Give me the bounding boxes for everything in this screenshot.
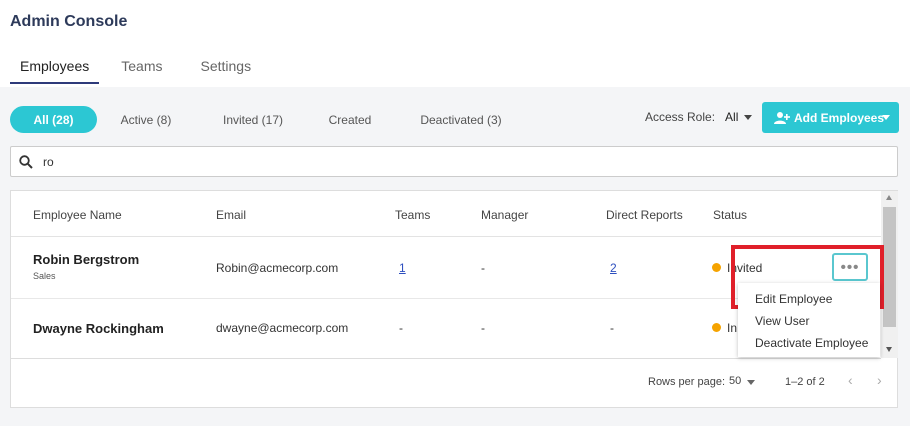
- filter-invited[interactable]: Invited (17): [200, 106, 306, 133]
- table-pagination: Rows per page: 50 1–2 of 2 ‹ ›: [11, 358, 882, 408]
- row-actions-menu: Edit Employee View User Deactivate Emplo…: [738, 283, 880, 357]
- previous-page-icon[interactable]: ‹: [848, 372, 853, 388]
- chevron-down-icon[interactable]: [747, 380, 755, 385]
- manager-value: -: [481, 261, 485, 275]
- rows-per-page-select[interactable]: 50: [729, 375, 741, 387]
- employee-name: Robin Bergstrom: [33, 252, 140, 267]
- status-dot-icon: [712, 263, 721, 272]
- pagination-range: 1–2 of 2: [785, 376, 825, 388]
- access-role-filter: Access Role: All: [645, 110, 753, 124]
- more-actions-button[interactable]: •••: [832, 253, 868, 281]
- employee-department: Sales: [33, 271, 56, 281]
- tab-teams[interactable]: Teams: [111, 52, 172, 84]
- scrollbar-thumb[interactable]: [883, 207, 896, 327]
- tab-settings[interactable]: Settings: [191, 52, 262, 84]
- page-title: Admin Console: [10, 13, 128, 30]
- menu-item-view-user[interactable]: View User: [755, 314, 809, 328]
- status-dot-icon: [712, 323, 721, 332]
- filter-all[interactable]: All (28): [10, 106, 97, 133]
- search-input[interactable]: [43, 154, 863, 169]
- add-employees-label: Add Employees: [794, 110, 885, 125]
- column-header-email[interactable]: Email: [216, 208, 246, 222]
- employee-name: Dwayne Rockingham: [33, 321, 164, 336]
- teams-count-link[interactable]: 1: [399, 261, 406, 275]
- employee-email: dwayne@acmecorp.com: [216, 321, 349, 335]
- status-filters: All (28) Active (8) Invited (17) Created…: [10, 106, 517, 133]
- direct-reports-link[interactable]: 2: [610, 261, 617, 275]
- tab-employees[interactable]: Employees: [10, 52, 100, 84]
- scroll-down-icon[interactable]: [886, 347, 892, 352]
- access-role-label: Access Role:: [645, 110, 716, 124]
- column-header-teams[interactable]: Teams: [395, 208, 430, 222]
- filter-active[interactable]: Active (8): [100, 106, 192, 133]
- manager-value: -: [481, 321, 485, 335]
- scroll-up-icon[interactable]: [886, 195, 892, 200]
- column-header-direct-reports[interactable]: Direct Reports: [606, 208, 683, 222]
- add-user-icon: [774, 111, 790, 124]
- filter-created[interactable]: Created: [315, 106, 385, 133]
- direct-reports-value: -: [610, 321, 614, 335]
- access-role-select[interactable]: All: [725, 110, 738, 124]
- column-header-status[interactable]: Status: [713, 208, 747, 222]
- filter-deactivated[interactable]: Deactivated (3): [405, 106, 517, 133]
- column-header-name[interactable]: Employee Name: [33, 208, 122, 222]
- tab-bar: Employees Teams Settings: [10, 52, 261, 84]
- chevron-down-icon[interactable]: [744, 114, 753, 120]
- rows-per-page-label: Rows per page:: [648, 376, 726, 388]
- next-page-icon[interactable]: ›: [877, 372, 882, 388]
- menu-item-edit-employee[interactable]: Edit Employee: [755, 292, 832, 306]
- table-header: Employee Name Email Teams Manager Direct…: [11, 191, 881, 237]
- add-employees-button[interactable]: Add Employees: [762, 102, 899, 133]
- status-text: In: [727, 321, 738, 335]
- employee-email: Robin@acmecorp.com: [216, 261, 339, 275]
- search-box: [10, 146, 898, 177]
- column-header-manager[interactable]: Manager: [481, 208, 528, 222]
- teams-value: -: [399, 321, 403, 335]
- chevron-down-icon[interactable]: [882, 115, 890, 120]
- search-icon: [19, 154, 33, 169]
- menu-item-deactivate-employee[interactable]: Deactivate Employee: [755, 336, 868, 350]
